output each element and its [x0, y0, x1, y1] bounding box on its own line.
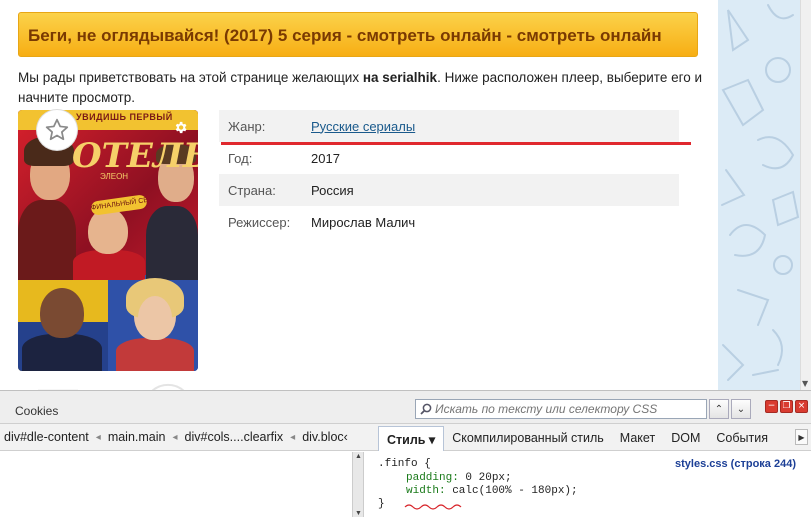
tabs-overflow-button[interactable]: ▶ [795, 429, 808, 445]
actor-man-center [88, 208, 128, 254]
scroll-down-icon[interactable]: ▼ [802, 379, 808, 388]
site-name: на serialhik [362, 70, 438, 85]
info-label: Жанр: [228, 118, 266, 134]
breadcrumb-item[interactable]: div#cols....clearfix [185, 430, 284, 444]
content-area: Беги, не оглядывайся! (2017) 5 серия - с… [0, 0, 718, 390]
css-value: calc(100% - 180px); [445, 485, 578, 497]
info-label: Год: [228, 150, 253, 166]
chevron-left-icon: ◂ [95, 431, 101, 443]
chevron-down-icon: ⌄ [736, 403, 746, 415]
scroll-up-icon[interactable]: ▲ [355, 453, 362, 460]
minimize-icon: − [767, 401, 776, 411]
css-source-link[interactable]: styles.css (строка 244) [675, 458, 796, 471]
poster-subtitle: ЭЛЕОН [100, 172, 129, 181]
info-row-year: Год: 2017 [219, 142, 679, 174]
poster-image[interactable]: УВИДИШЬ ПЕРВЫЙ ОТЕЛЬ ЭЛЕОН ФИНАЛЬНЫЙ СЕЗ… [18, 110, 198, 371]
title-banner: Беги, не оглядывайся! (2017) 5 серия - с… [18, 12, 698, 57]
search-icon [420, 403, 432, 415]
close-icon: × [797, 401, 806, 411]
info-label: Страна: [228, 182, 276, 198]
tab-events[interactable]: События [708, 424, 776, 451]
poster-logo: ОТЕЛЬ [72, 136, 198, 176]
gear-icon [175, 121, 186, 133]
css-search-box[interactable] [415, 399, 707, 419]
genre-link[interactable]: Русские сериалы [311, 119, 415, 134]
info-value: Россия [311, 182, 354, 198]
chevron-up-icon: ⌃ [714, 403, 724, 415]
chevron-right-icon: ▶ [798, 432, 805, 442]
page-title: Беги, не оглядывайся! (2017) 5 серия - с… [28, 26, 662, 45]
tab-dom[interactable]: DOM [663, 424, 708, 451]
chevron-left-icon: ◂ [290, 431, 296, 443]
search-prev-button[interactable]: ⌃ [709, 399, 729, 419]
devtools-title: Cookies [15, 404, 59, 418]
css-value: 0 20px; [458, 472, 512, 484]
intro-text: Мы рады приветствовать на этой странице … [18, 68, 703, 108]
restore-icon: ❐ [782, 401, 791, 411]
tab-layout[interactable]: Макет [612, 424, 663, 451]
minimize-button[interactable]: − [765, 400, 778, 413]
css-rule-width[interactable]: width: calc(100% - 180px); [406, 485, 578, 498]
pane-scrollbar[interactable]: ▲ ▼ [352, 452, 364, 517]
breadcrumb-item[interactable]: div#dle-content [4, 430, 89, 444]
chevron-left-icon: ◂ [172, 431, 178, 443]
actor-man-bottom-body [22, 334, 102, 371]
side-panel-tabs: Стиль ▾ Скомпилированный стиль Макет DOM… [378, 424, 776, 451]
page-scrollbar[interactable]: ▼ [800, 0, 811, 390]
actor-man-right-body [146, 206, 198, 280]
favorite-star-button[interactable] [37, 110, 77, 150]
breadcrumb-item[interactable]: div.bloc‹ [302, 430, 348, 444]
css-rule-padding[interactable]: padding: 0 20px; [406, 472, 512, 485]
breadcrumb: div#dle-content ◂ main.main ◂ div#cols..… [4, 430, 348, 444]
actor-woman-left-body [18, 200, 76, 280]
info-value: 2017 [311, 150, 340, 166]
actor-woman-bottom-face2 [138, 296, 172, 340]
intro-text-start: Мы рады приветствовать на этой странице … [18, 70, 363, 85]
devtools-nav-bar: div#dle-content ◂ main.main ◂ div#cols..… [0, 424, 811, 451]
info-label: Режиссер: [228, 214, 291, 230]
annotation-red-line [221, 142, 691, 145]
search-next-button[interactable]: ⌄ [731, 399, 751, 419]
info-row-director: Режиссер: Мирослав Малич [219, 206, 679, 238]
web-page: Беги, не оглядывайся! (2017) 5 серия - с… [0, 0, 811, 390]
actor-man-bottom [40, 288, 84, 338]
actor-woman-bottom-body [116, 338, 194, 371]
info-row-genre: Жанр: Русские сериалы [219, 110, 679, 142]
restore-button[interactable]: ❐ [780, 400, 793, 413]
poster-footer [18, 378, 198, 390]
settings-button[interactable] [172, 119, 188, 135]
annotation-squiggle [404, 504, 462, 510]
css-property: padding: [406, 472, 459, 484]
css-close-brace: } [378, 498, 385, 510]
info-value: Мирослав Малич [311, 214, 416, 230]
breadcrumb-item[interactable]: main.main [108, 430, 166, 444]
search-input[interactable] [435, 402, 695, 416]
tab-computed-style[interactable]: Скомпилированный стиль [444, 424, 612, 451]
tab-style[interactable]: Стиль ▾ [378, 426, 445, 451]
rating-circle-icon [38, 383, 185, 390]
actor-man-center-body [73, 250, 145, 280]
devtools-toolbar: Cookies ⌃ ⌄ − ❐ × [0, 391, 811, 424]
doodle-pattern-icon [721, 4, 800, 381]
close-button[interactable]: × [795, 400, 808, 413]
decorative-background [718, 0, 800, 390]
star-icon [45, 118, 69, 141]
scroll-down-icon[interactable]: ▼ [355, 510, 362, 517]
css-property: width: [406, 485, 446, 497]
info-table: Жанр: Русские сериалы Год: 2017 Страна: … [219, 110, 679, 238]
devtools-panel: Cookies ⌃ ⌄ − ❐ × div#dle-content ◂ main… [0, 390, 811, 517]
info-row-country: Страна: Россия [219, 174, 679, 206]
html-tree-pane [0, 452, 352, 517]
poster-tagline: УВИДИШЬ ПЕРВЫЙ [76, 112, 173, 122]
css-selector[interactable]: .finfo { [378, 458, 431, 471]
